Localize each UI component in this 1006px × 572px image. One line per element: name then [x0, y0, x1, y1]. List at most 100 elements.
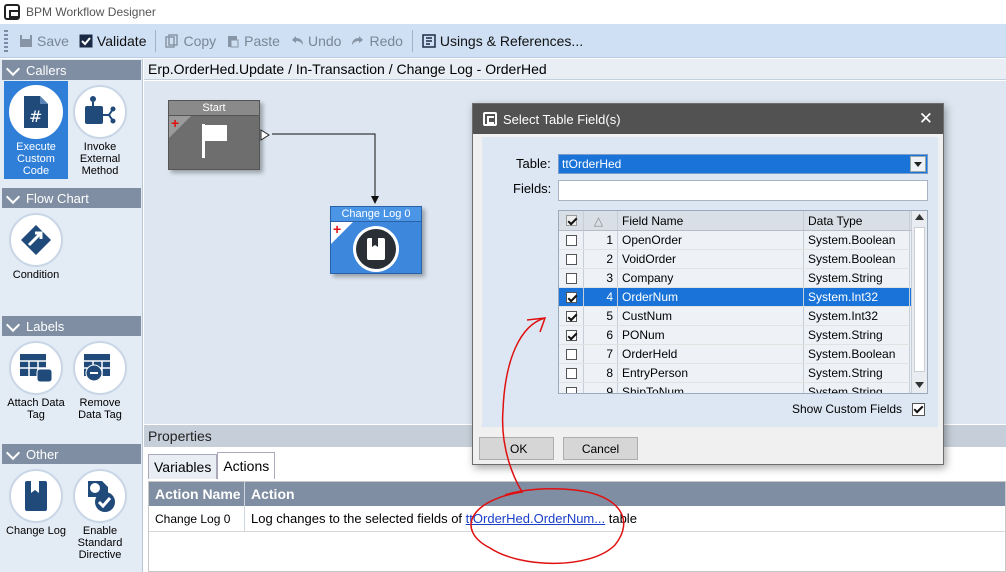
show-custom-fields-checkbox[interactable]	[912, 403, 925, 416]
row-checkbox[interactable]	[559, 383, 584, 393]
column-header-action-name[interactable]: Action Name	[149, 482, 245, 506]
column-header-data-type[interactable]: Data Type	[804, 211, 910, 230]
vertical-scrollbar[interactable]	[911, 211, 927, 393]
row-number: 7	[584, 345, 618, 363]
action-cell: Log changes to the selected fields of tt…	[245, 506, 1005, 531]
redo-button[interactable]: Redo	[346, 27, 407, 55]
change-log-node[interactable]: Change Log 0 +	[330, 206, 422, 274]
row-checkbox[interactable]	[559, 345, 584, 363]
row-checkbox[interactable]	[559, 250, 584, 268]
save-button[interactable]: Save	[14, 27, 74, 55]
list-item[interactable]: 4 OrderNum System.Int32	[559, 288, 927, 307]
row-checkbox[interactable]	[559, 307, 584, 325]
data-type-cell: System.Boolean	[804, 231, 910, 249]
tool-label: Change Log	[6, 525, 66, 537]
category-other[interactable]: Other	[2, 444, 141, 464]
fields-link[interactable]: ttOrderHed.OrderNum...	[466, 511, 605, 526]
column-header-field-name[interactable]: Field Name	[618, 211, 804, 230]
list-item[interactable]: 1 OpenOrder System.Boolean	[559, 231, 927, 250]
row-checkbox[interactable]	[559, 288, 584, 306]
list-item[interactable]: 3 Company System.String	[559, 269, 927, 288]
row-checkbox[interactable]	[559, 364, 584, 382]
undo-button[interactable]: Undo	[285, 27, 346, 55]
scroll-thumb[interactable]	[914, 227, 925, 372]
usings-references-button[interactable]: Usings & References...	[417, 27, 588, 55]
row-checkbox[interactable]	[559, 326, 584, 344]
tool-enable-standard-directive[interactable]: Enable Standard Directive	[68, 465, 132, 563]
table-select-value: ttOrderHed	[562, 157, 622, 171]
copy-label: Copy	[183, 32, 217, 49]
dialog-body: Table: ttOrderHed Fields: △ Field Name D…	[482, 137, 938, 427]
list-item[interactable]: 9 ShipToNum System.String	[559, 383, 927, 393]
table-label: Table:	[516, 156, 551, 171]
category-flow-chart[interactable]: Flow Chart	[2, 188, 141, 208]
row-number: 3	[584, 269, 618, 287]
ok-button[interactable]: OK	[479, 437, 554, 460]
tool-label: Enable Standard Directive	[77, 525, 123, 561]
table-row[interactable]: Change Log 0 Log changes to the selected…	[149, 506, 1005, 532]
attach-tag-icon	[9, 341, 63, 395]
tab-variables[interactable]: Variables	[148, 454, 218, 479]
app-logo-icon	[4, 3, 20, 20]
list-item[interactable]: 2 VoidOrder System.Boolean	[559, 250, 927, 269]
category-labels[interactable]: Labels	[2, 316, 141, 336]
dialog-title: Select Table Field(s)	[503, 111, 621, 127]
list-item[interactable]: 8 EntryPerson System.String	[559, 364, 927, 383]
paste-button[interactable]: Paste	[221, 27, 285, 55]
row-number: 9	[584, 383, 618, 393]
tool-condition[interactable]: Condition	[4, 209, 68, 307]
tool-remove-data-tag[interactable]: Remove Data Tag	[68, 337, 132, 435]
dialog-title-bar[interactable]: Select Table Field(s) ✕	[473, 104, 943, 134]
tool-change-log[interactable]: Change Log	[4, 465, 68, 563]
validate-button[interactable]: Validate	[74, 27, 152, 55]
data-type-cell: System.String	[804, 269, 910, 287]
category-callers[interactable]: Callers	[2, 60, 141, 80]
validate-label: Validate	[96, 32, 147, 49]
list-item[interactable]: 6 PONum System.String	[559, 326, 927, 345]
chevron-down-icon[interactable]	[910, 156, 926, 172]
row-checkbox[interactable]	[559, 269, 584, 287]
close-icon[interactable]: ✕	[919, 109, 933, 129]
checkbox-icon	[565, 367, 577, 379]
undo-icon	[291, 35, 303, 45]
fields-grid: △ Field Name Data Type 1 OpenOrder System.…	[558, 210, 928, 394]
tool-invoke-external-method[interactable]: Invoke External Method	[68, 81, 132, 179]
table-select[interactable]: ttOrderHed	[558, 154, 928, 174]
list-item[interactable]: 7 OrderHeld System.Boolean	[559, 345, 927, 364]
show-custom-fields-label: Show Custom Fields	[792, 402, 903, 416]
tool-palette: Callers # Execute Custom Code Invoke Ext…	[0, 59, 143, 572]
toolbar-separator	[411, 29, 413, 52]
tab-actions[interactable]: Actions	[217, 452, 276, 479]
usings-label: Usings & References...	[439, 32, 584, 49]
data-type-cell: System.String	[804, 383, 910, 393]
field-name-cell: CustNum	[618, 307, 804, 325]
app-logo-icon	[483, 112, 497, 126]
actions-grid-header: Action Name Action	[149, 482, 1005, 506]
tool-attach-data-tag[interactable]: Attach Data Tag	[4, 337, 68, 435]
add-icon[interactable]: +	[333, 222, 341, 236]
fields-label: Fields:	[513, 181, 552, 196]
fields-input[interactable]	[558, 180, 928, 201]
toolbar-separator	[155, 29, 157, 52]
window-title: BPM Workflow Designer	[26, 4, 156, 19]
actions-grid: Action Name Action Change Log 0 Log chan…	[148, 481, 1006, 572]
row-number: 1	[584, 231, 618, 249]
cancel-button[interactable]: Cancel	[563, 437, 638, 460]
references-icon	[422, 33, 436, 48]
toolbar-grip[interactable]	[4, 29, 8, 52]
row-checkbox[interactable]	[559, 231, 584, 249]
scroll-down-icon[interactable]	[915, 382, 924, 388]
column-header-action[interactable]: Action	[245, 482, 1005, 506]
checkbox-icon	[565, 234, 577, 246]
title-bar: BPM Workflow Designer	[0, 0, 1006, 23]
sort-indicator-icon[interactable]: △	[584, 211, 618, 230]
tool-label: Attach Data Tag	[7, 397, 65, 421]
list-item[interactable]: 5 CustNum System.Int32	[559, 307, 927, 326]
copy-button[interactable]: Copy	[160, 27, 221, 55]
scroll-up-icon[interactable]	[915, 214, 924, 220]
row-number: 8	[584, 364, 618, 382]
select-all-checkbox[interactable]	[559, 211, 584, 230]
toolbar: Save Validate Copy Paste Undo Redo Using…	[0, 24, 1006, 58]
data-type-cell: System.String	[804, 326, 910, 344]
tool-execute-custom-code[interactable]: # Execute Custom Code	[4, 81, 68, 179]
